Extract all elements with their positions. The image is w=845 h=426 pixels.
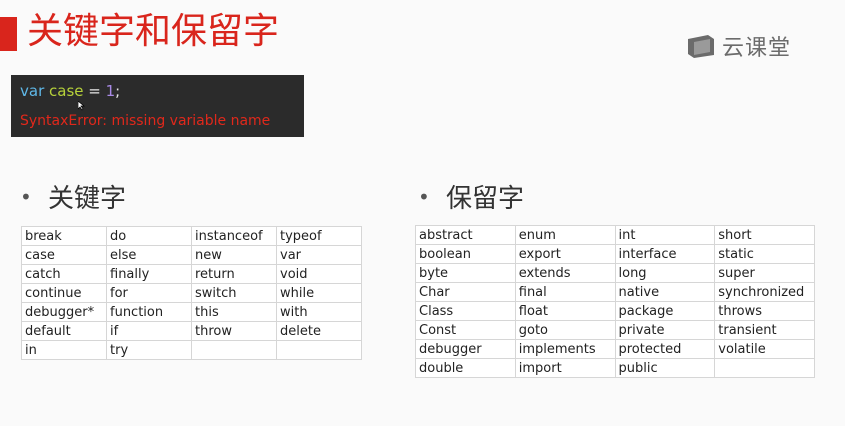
table-cell <box>276 340 362 360</box>
table-cell: package <box>614 301 716 321</box>
table-row: double import public <box>415 358 815 378</box>
table-cell: Const <box>415 320 516 340</box>
table-cell: interface <box>614 244 716 264</box>
keywords-heading: • 关键字 <box>20 178 126 215</box>
table-cell: public <box>614 358 716 378</box>
table-row: case else new var <box>21 245 362 265</box>
table-cell: abstract <box>415 225 516 245</box>
table-cell: try <box>106 340 192 360</box>
table-cell: typeof <box>276 226 362 246</box>
table-cell: break <box>21 226 107 246</box>
table-cell: with <box>276 302 362 322</box>
table-cell: synchronized <box>714 282 815 302</box>
table-row: break do instanceof typeof <box>21 226 362 246</box>
code-identifier: case <box>49 82 84 100</box>
table-cell: throw <box>191 321 277 341</box>
code-line: var case = 1; <box>20 81 304 101</box>
table-row: Class float package throws <box>415 301 815 321</box>
table-cell: byte <box>415 263 516 283</box>
table-cell <box>191 340 277 360</box>
table-cell: default <box>21 321 107 341</box>
table-cell: native <box>614 282 716 302</box>
table-row: catch finally return void <box>21 264 362 284</box>
table-row: default if throw delete <box>21 321 362 341</box>
table-cell: enum <box>514 225 616 245</box>
code-operator: = <box>83 82 106 100</box>
table-cell: return <box>191 264 277 284</box>
table-cell: import <box>514 358 616 378</box>
keywords-heading-text: 关键字 <box>48 184 127 214</box>
syntax-error-message: SyntaxError: missing variable name <box>20 113 271 129</box>
table-cell: throws <box>714 301 815 321</box>
table-cell: case <box>21 245 107 265</box>
reserved-heading-text: 保留字 <box>446 184 525 214</box>
table-cell: protected <box>614 339 716 359</box>
table-cell: boolean <box>415 244 516 264</box>
table-cell: continue <box>21 283 107 303</box>
table-cell: super <box>714 263 815 283</box>
brand-logo-text: 云课堂 <box>722 36 792 61</box>
table-cell: delete <box>276 321 362 341</box>
code-keyword: var <box>20 82 45 100</box>
table-cell: var <box>276 245 362 265</box>
table-cell: switch <box>191 283 277 303</box>
table-cell: finally <box>106 264 192 284</box>
table-cell: static <box>714 244 815 264</box>
table-cell: long <box>614 263 716 283</box>
keywords-table: break do instanceof typeof case else new var cat… <box>21 226 362 360</box>
keywords-table-body: break do instanceof typeof case else new var cat… <box>21 226 362 360</box>
table-cell: export <box>514 244 616 264</box>
table-cell: private <box>614 320 716 340</box>
mouse-pointer-icon <box>78 101 85 111</box>
table-cell: debugger <box>415 339 516 359</box>
table-row: byte extends long super <box>415 263 815 283</box>
table-row: continue for switch while <box>21 283 362 303</box>
table-cell: int <box>614 225 716 245</box>
table-cell: extends <box>514 263 616 283</box>
title-accent-bar <box>0 17 17 51</box>
bullet-icon: • <box>418 184 430 209</box>
table-cell: debugger* <box>21 302 107 322</box>
table-cell: implements <box>514 339 616 359</box>
table-cell: short <box>714 225 815 245</box>
reserved-table-body: abstract enum int short boolean export interfa… <box>415 225 815 378</box>
table-cell: float <box>514 301 616 321</box>
table-cell: do <box>106 226 192 246</box>
reserved-words-table: abstract enum int short boolean export interfa… <box>415 225 815 378</box>
table-cell: catch <box>21 264 107 284</box>
table-cell: this <box>191 302 277 322</box>
table-cell: for <box>106 283 192 303</box>
table-row: debugger implements protected volatile <box>415 339 815 359</box>
table-row: in try <box>21 340 362 360</box>
table-cell: double <box>415 358 516 378</box>
table-cell: new <box>191 245 277 265</box>
table-row: boolean export interface static <box>415 244 815 264</box>
table-row: Const goto private transient <box>415 320 815 340</box>
code-semicolon: ; <box>115 82 121 100</box>
brand-logo: 云课堂 <box>686 30 791 62</box>
code-number: 1 <box>105 82 116 100</box>
table-cell: function <box>106 302 192 322</box>
table-cell: goto <box>514 320 616 340</box>
table-cell: if <box>106 321 192 341</box>
table-cell: instanceof <box>191 226 277 246</box>
reserved-heading: • 保留字 <box>418 178 524 215</box>
table-row: debugger* function this with <box>21 302 362 322</box>
bullet-icon: • <box>20 184 32 209</box>
table-row: abstract enum int short <box>415 225 815 245</box>
code-example-box: var case = 1; SyntaxError: missing varia… <box>11 75 304 137</box>
table-cell: Class <box>415 301 516 321</box>
cloud-classroom-logo-icon <box>688 35 714 58</box>
table-cell: while <box>276 283 362 303</box>
table-cell <box>714 358 815 378</box>
table-cell: final <box>514 282 616 302</box>
table-cell: transient <box>714 320 815 340</box>
slide-title: 关键字和保留字 <box>27 11 280 52</box>
table-cell: else <box>106 245 192 265</box>
table-cell: volatile <box>714 339 815 359</box>
table-cell: void <box>276 264 362 284</box>
table-cell: Char <box>415 282 516 302</box>
table-cell: in <box>21 340 107 360</box>
table-row: Char final native synchronized <box>415 282 815 302</box>
